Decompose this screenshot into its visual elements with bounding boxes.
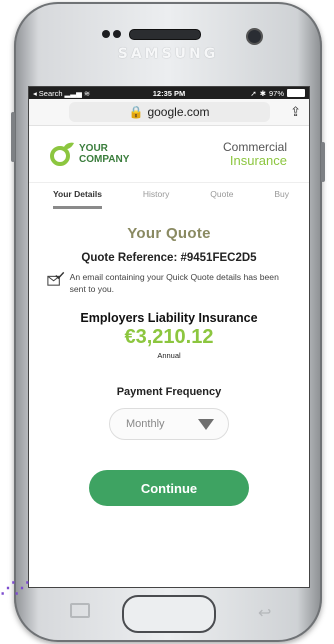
home-button[interactable] <box>122 595 216 633</box>
logo-line1: YOUR <box>79 143 108 154</box>
dotted-arrow-icon: ⋰⋰ <box>0 580 30 597</box>
logo-line2: COMPANY <box>79 154 130 165</box>
front-camera <box>102 30 110 38</box>
recent-apps-icon[interactable] <box>70 603 90 618</box>
location-icon: ➚ <box>250 88 257 98</box>
back-arrow-icon: ◂ <box>33 88 37 98</box>
quote-price: €3,210.12 <box>124 326 214 348</box>
product-name: Commercial Insurance <box>223 141 287 168</box>
page-title: Your Quote <box>127 225 211 242</box>
status-back[interactable]: ◂ Search ▂▃▅ ≋ <box>33 89 90 98</box>
payment-frequency-value: Monthly <box>126 418 165 430</box>
company-logo[interactable]: YOUR COMPANY <box>49 141 129 167</box>
bluetooth-icon: ✱ <box>259 88 266 98</box>
tab-your-details[interactable]: Your Details <box>53 189 102 209</box>
progress-tabs: Your Details History Quote Buy <box>29 183 309 209</box>
url-text: google.com <box>147 105 210 119</box>
insurance-type: Employers Liability Insurance <box>80 311 258 325</box>
lock-icon: 🔒 <box>128 105 144 119</box>
battery-icon <box>287 89 305 97</box>
dropdown-arrow-icon <box>198 418 214 430</box>
sensor-dot <box>113 30 121 38</box>
battery-fill <box>288 90 304 96</box>
wifi-icon: ≋ <box>83 88 91 98</box>
browser-bar: 🔒 google.com ⇪ <box>29 99 309 126</box>
email-notice-text: An email containing your Quick Quote det… <box>69 272 279 294</box>
site-header: YOUR COMPANY Commercial Insurance <box>29 126 309 183</box>
status-bar: ◂ Search ▂▃▅ ≋ 12:35 PM ➚ ✱ 97% <box>29 87 309 99</box>
tab-buy[interactable]: Buy <box>274 189 289 209</box>
quote-reference: Quote Reference: #9451FEC2D5 <box>81 252 257 264</box>
front-lens <box>246 28 263 45</box>
leaf-logo-icon <box>50 142 74 166</box>
price-period: Annual <box>157 351 181 360</box>
payment-frequency-select[interactable]: Monthly <box>109 408 229 440</box>
battery-percent: 97% <box>268 88 284 98</box>
status-back-label: Search <box>38 88 63 98</box>
payment-frequency-label: Payment Frequency <box>116 386 222 398</box>
status-right: ➚ ✱ 97% <box>250 89 305 98</box>
volume-button <box>11 112 15 162</box>
tab-history[interactable]: History <box>143 189 169 209</box>
email-check-icon <box>47 271 65 286</box>
email-notice: An email containing your Quick Quote det… <box>29 271 309 295</box>
product-line2: Insurance <box>229 153 287 168</box>
signal-icon: ▂▃▅ <box>64 88 82 98</box>
share-icon[interactable]: ⇪ <box>290 104 301 120</box>
continue-button[interactable]: Continue <box>89 470 249 506</box>
address-bar[interactable]: 🔒 google.com <box>68 102 270 122</box>
back-icon[interactable]: ↩ <box>258 603 271 623</box>
tab-quote[interactable]: Quote <box>210 189 233 209</box>
quote-body: Your Quote Quote Reference: #9451FEC2D5 … <box>29 225 309 506</box>
earpiece-speaker <box>129 29 201 40</box>
power-button <box>321 142 325 182</box>
phone-screen: ◂ Search ▂▃▅ ≋ 12:35 PM ➚ ✱ 97% 🔒 google… <box>28 86 310 588</box>
device-brand: SAMSUNG <box>117 46 219 62</box>
